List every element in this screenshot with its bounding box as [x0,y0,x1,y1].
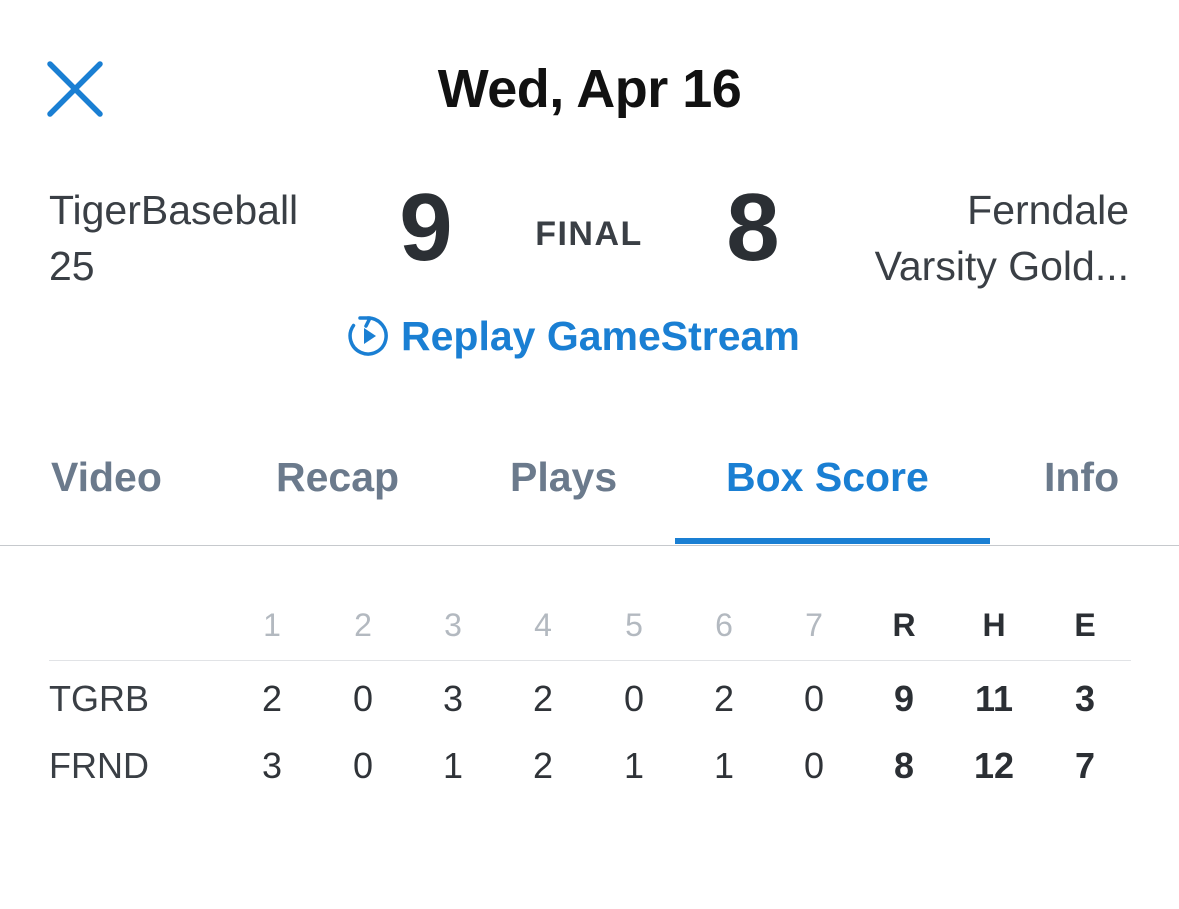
runs-total: 9 [893,678,915,719]
inning-score: 0 [352,678,374,719]
replay-gamestream-button[interactable]: Replay GameStream [345,308,800,364]
inning-score: 2 [532,745,554,786]
inning-header: 5 [625,607,643,643]
tab-bar: Video Recap Plays Box Score Info [0,440,1179,546]
page-title: Wed, Apr 16 [437,59,742,119]
hits-total: 11 [974,678,1014,719]
hits-header: H [982,607,1006,643]
errors-total: 7 [1074,745,1096,786]
inning-header: 6 [715,607,733,643]
inning-score: 1 [713,745,735,786]
box-score-header-row: 1 2 3 4 5 6 7 R H E [49,595,1131,661]
tab-box-score[interactable]: Box Score [726,454,929,501]
inning-score: 2 [532,678,554,719]
inning-score: 0 [352,745,374,786]
inning-header: 1 [263,607,281,643]
box-score-table: 1 2 3 4 5 6 7 R H E TGRB 2 0 3 2 0 2 0 9… [49,595,1131,796]
inning-score: 1 [442,745,464,786]
active-tab-indicator [675,538,990,544]
inning-score: 0 [623,678,645,719]
away-team-name-line2: Varsity Gold... [874,243,1129,289]
replay-icon [348,316,388,356]
home-team-name[interactable]: TigerBaseball 25 [49,182,369,294]
game-status: FINAL [535,215,643,253]
team-abbreviation: TGRB [49,678,150,719]
errors-header: E [1074,607,1096,643]
inning-score: 0 [803,745,825,786]
inning-header: 4 [534,607,552,643]
home-team-score: 9 [399,174,453,281]
inning-header: 3 [444,607,462,643]
tab-plays[interactable]: Plays [510,454,617,501]
away-team-score: 8 [726,174,780,281]
table-row[interactable]: TGRB 2 0 3 2 0 2 0 9 11 3 [49,669,1131,729]
runs-total: 8 [893,745,915,786]
errors-total: 3 [1074,678,1096,719]
inning-score: 2 [261,678,283,719]
table-row[interactable]: FRND 3 0 1 2 1 1 0 8 12 7 [49,736,1131,796]
hits-total: 12 [973,745,1015,786]
inning-score: 3 [442,678,464,719]
away-team-name[interactable]: Ferndale Varsity Gold... [789,182,1129,294]
inning-score: 0 [803,678,825,719]
tab-recap[interactable]: Recap [276,454,399,501]
inning-header: 2 [354,607,372,643]
replay-gamestream-label: Replay GameStream [401,312,800,359]
inning-score: 1 [623,745,645,786]
tab-info[interactable]: Info [1044,454,1119,501]
inning-header: 7 [805,607,823,643]
inning-score: 3 [261,745,283,786]
home-team-name-line1: TigerBaseball [49,187,299,233]
tab-video[interactable]: Video [51,454,162,501]
home-team-name-line2: 25 [49,243,95,289]
inning-score: 2 [713,678,735,719]
runs-header: R [892,607,916,643]
team-abbreviation: FRND [49,745,149,786]
away-team-name-line1: Ferndale [967,187,1129,233]
